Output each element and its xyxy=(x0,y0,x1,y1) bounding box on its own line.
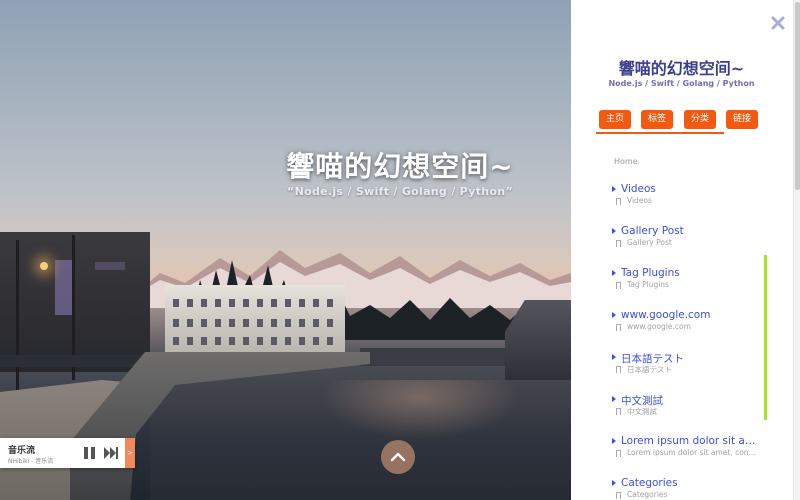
menu-item-subtitle: Tag Plugins xyxy=(627,280,669,289)
nav-button-tags[interactable]: 标签 xyxy=(641,110,674,129)
bookmark-icon xyxy=(616,492,621,499)
sidebar-scroll-indicator[interactable] xyxy=(764,255,767,420)
player-collapse-toggle[interactable]: > xyxy=(125,438,135,468)
nav-underline xyxy=(596,132,724,134)
caret-right-icon xyxy=(612,270,616,276)
bookmark-icon xyxy=(616,324,621,331)
left-building xyxy=(0,232,150,372)
white-building xyxy=(165,285,345,353)
bookmark-icon xyxy=(616,240,621,247)
close-icon[interactable] xyxy=(770,15,786,31)
menu-item-title[interactable]: Gallery Post xyxy=(621,225,761,237)
pause-icon[interactable] xyxy=(84,447,96,459)
nav-button-categories[interactable]: 分类 xyxy=(684,110,717,129)
bookmark-icon xyxy=(616,366,621,373)
page-scrollbar[interactable] xyxy=(793,0,800,500)
menu-item-subtitle: 日本語テスト xyxy=(627,365,672,374)
menu-item-subtitle: Lorem ipsum dolor sit amet, con... xyxy=(627,448,756,457)
menu-item-title[interactable]: www.google.com xyxy=(621,309,761,321)
pier xyxy=(360,348,510,366)
menu-item-title[interactable]: Tag Plugins xyxy=(621,267,761,279)
menu-item-subtitle: Categories xyxy=(627,490,668,499)
caret-right-icon xyxy=(612,354,616,360)
menu-item-subtitle: 中文測試 xyxy=(627,407,657,416)
bookmark-icon xyxy=(616,282,621,289)
menu-item-title[interactable]: Lorem ipsum dolor sit amet... xyxy=(621,435,761,447)
player-subtitle: NHibiki - 音乐流 xyxy=(8,458,54,465)
menu-item-subtitle: Videos xyxy=(627,196,652,205)
caret-right-icon xyxy=(612,228,616,234)
menu-item-subtitle: www.google.com xyxy=(627,322,691,331)
caret-right-icon xyxy=(612,396,616,402)
music-player: 音乐流 NHibiki - 音乐流 > xyxy=(0,438,135,468)
hero-background xyxy=(0,0,571,500)
sidebar-subtitle: Node.js / Swift / Golang / Python xyxy=(608,79,755,88)
nav-button-links[interactable]: 链接 xyxy=(726,110,759,129)
nav-button-home[interactable]: 主页 xyxy=(599,110,632,129)
sunset-reflection xyxy=(320,380,520,440)
menu-item-title[interactable]: Videos xyxy=(621,183,761,195)
menu-item-subtitle: Gallery Post xyxy=(627,238,672,247)
menu-item-title[interactable]: Categories xyxy=(621,477,761,489)
street-lamp xyxy=(40,262,48,270)
bookmark-icon xyxy=(616,408,621,415)
player-title: 音乐流 xyxy=(8,446,36,456)
scroll-up-button[interactable] xyxy=(381,440,415,474)
caret-right-icon xyxy=(612,480,616,486)
chevron-up-icon xyxy=(390,452,406,462)
caret-right-icon xyxy=(612,312,616,318)
bookmark-icon xyxy=(616,450,621,457)
bookmark-icon xyxy=(616,198,621,205)
next-track-icon[interactable] xyxy=(104,446,118,460)
sidebar-title: 響喵的幻想空间~ xyxy=(618,59,745,78)
menu-home-link[interactable]: Home xyxy=(614,157,638,166)
caret-right-icon xyxy=(612,438,616,444)
caret-right-icon xyxy=(612,186,616,192)
scrollbar-thumb[interactable] xyxy=(795,2,800,190)
